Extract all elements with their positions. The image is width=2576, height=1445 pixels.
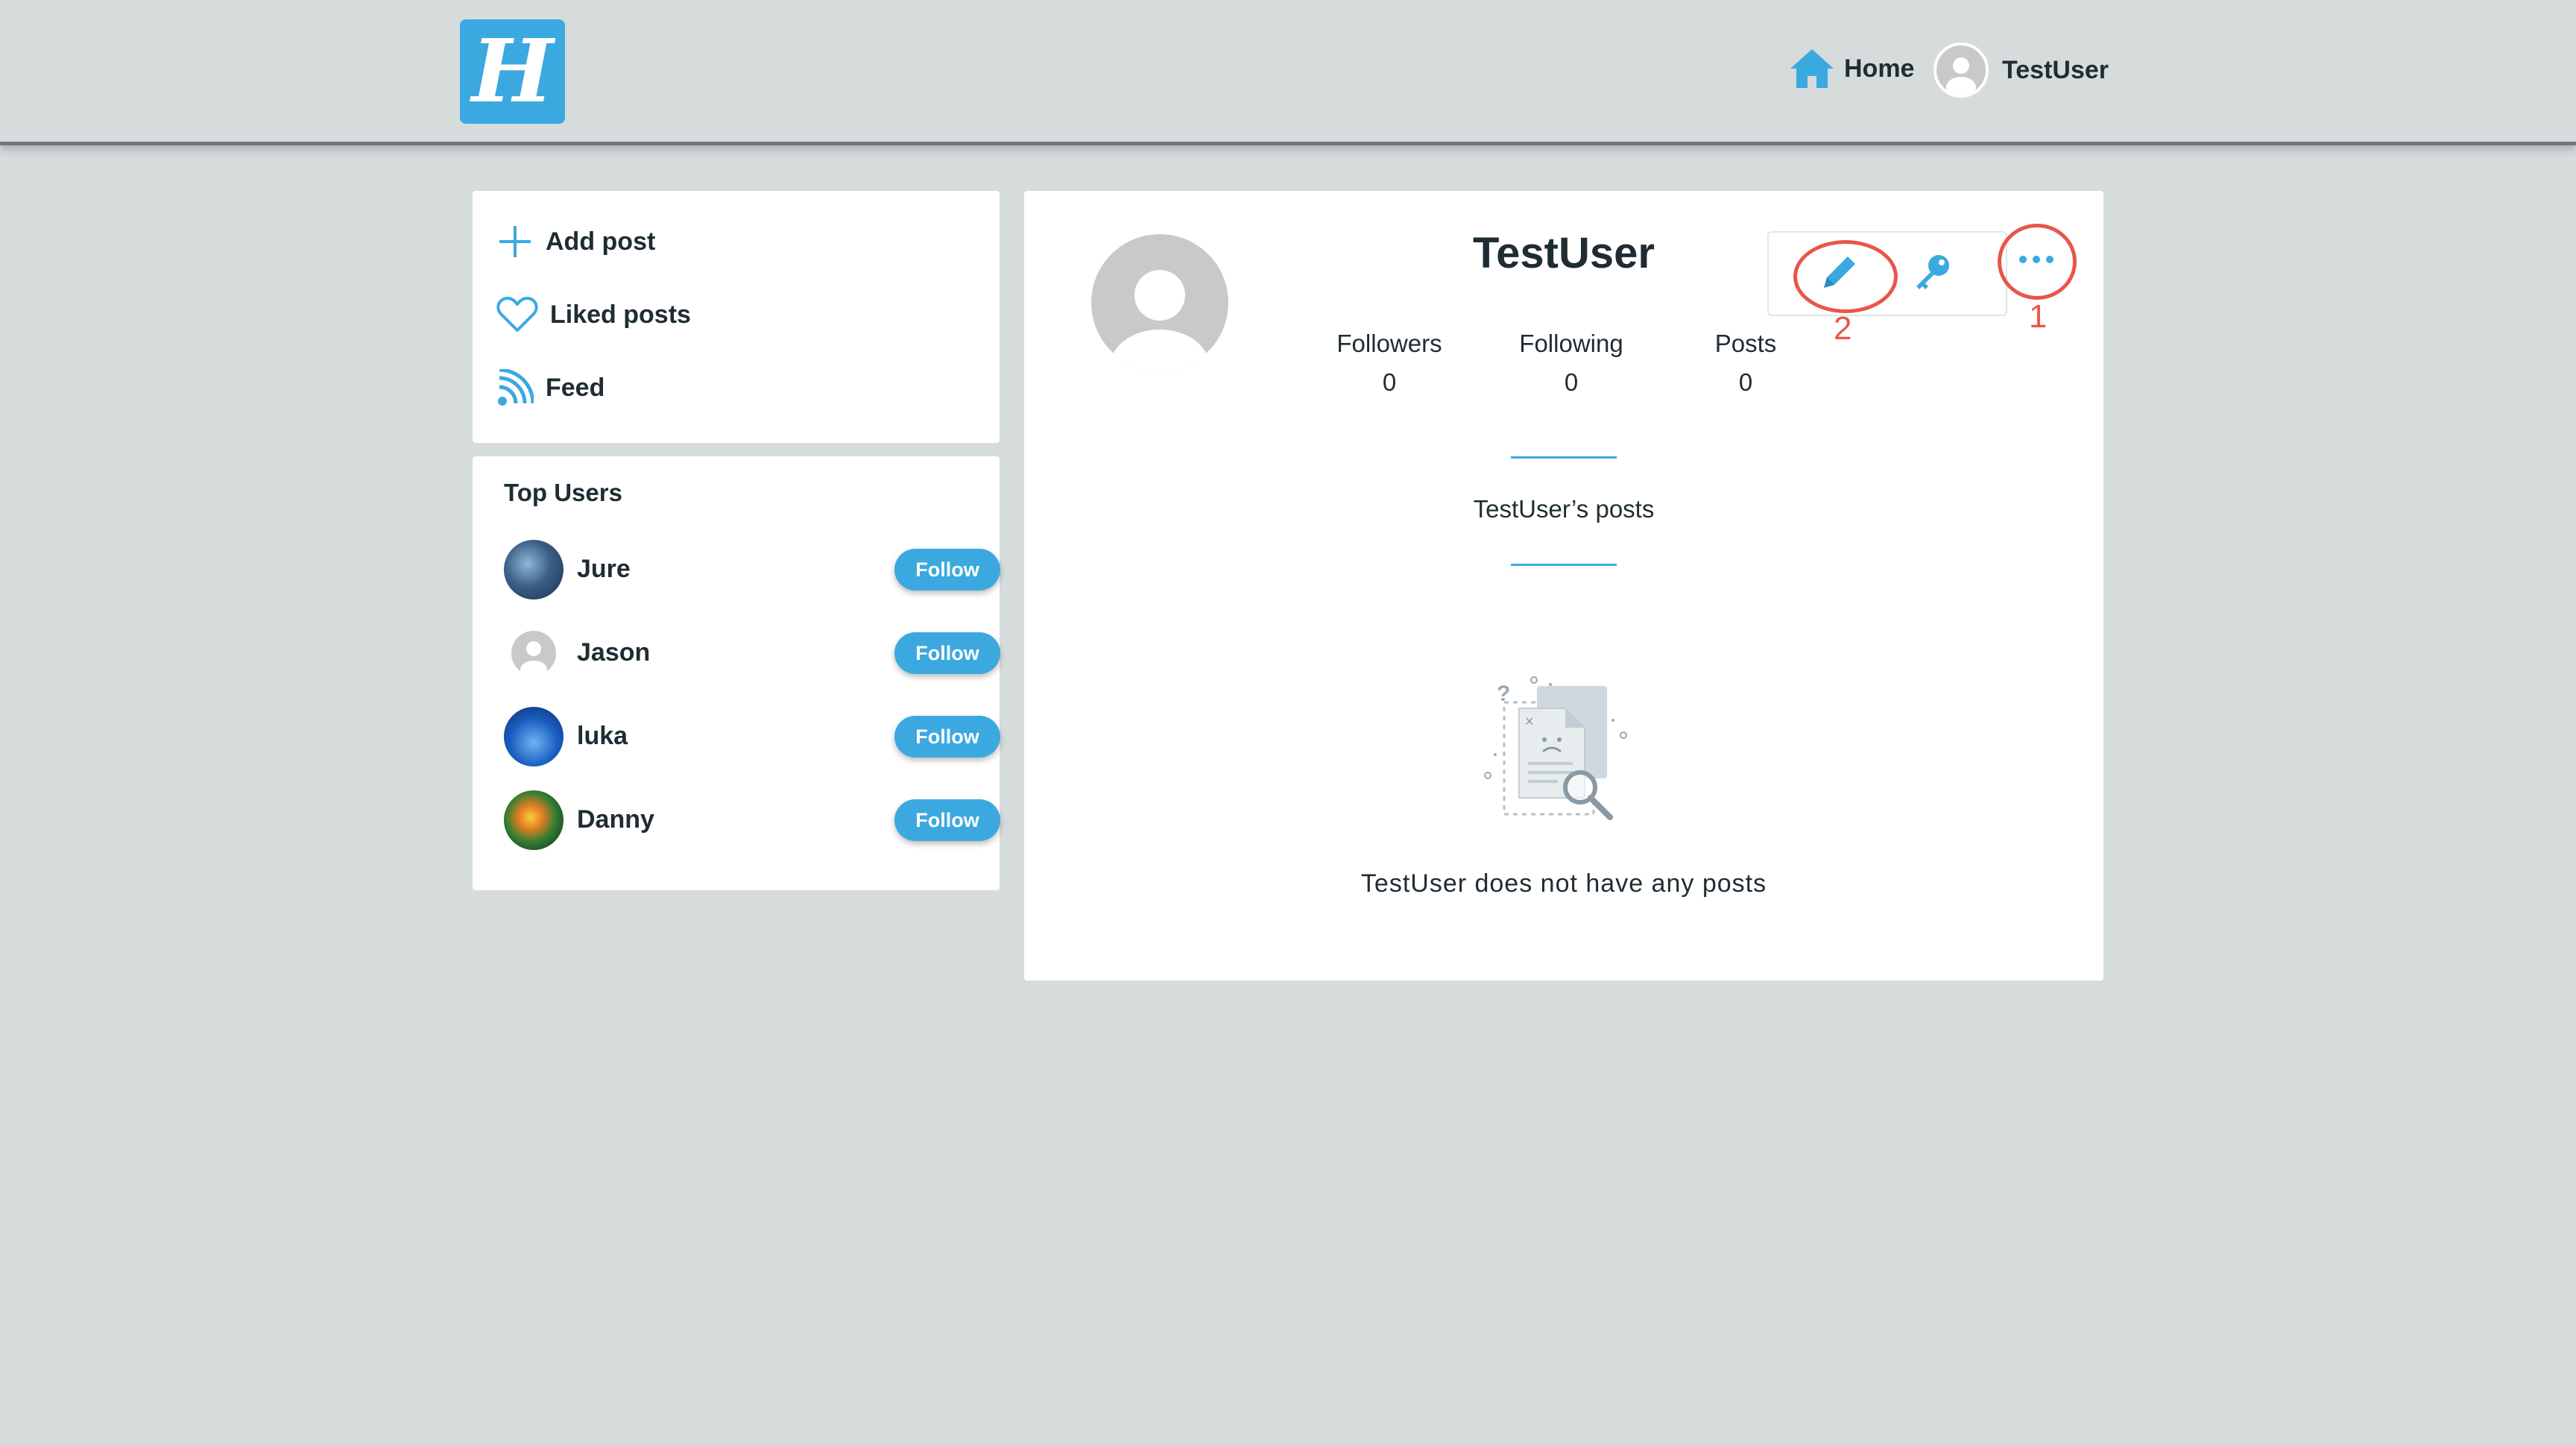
follow-button[interactable]: Follow	[894, 549, 1000, 591]
list-item: luka Follow	[504, 705, 1000, 768]
home-icon	[1790, 49, 1834, 88]
nav-user-label: TestUser	[2002, 55, 2109, 84]
sidebar-item-label: Feed	[546, 373, 605, 402]
plus-icon	[499, 226, 531, 257]
nav-home-link[interactable]: Home	[1787, 45, 1914, 92]
user-name[interactable]: Danny	[577, 805, 654, 834]
nav-user-menu[interactable]: TestUser	[1933, 40, 2109, 100]
avatar[interactable]	[504, 790, 564, 850]
empty-document-search-icon: ? ×	[1484, 676, 1627, 820]
annotation-number-more: 1	[2029, 298, 2048, 335]
profile-card: TestUser Followers 0 Following 0 Posts 0…	[1024, 191, 2103, 980]
sidebar-item-feed[interactable]: Feed	[496, 365, 604, 410]
top-users-title: Top Users	[504, 479, 622, 506]
annotation-number-edit: 2	[1834, 310, 1852, 347]
follow-button[interactable]: Follow	[894, 716, 1000, 758]
posts-heading: TestUser’s posts	[1473, 495, 1655, 523]
annotation-circle-more	[1998, 224, 2077, 300]
stat-value: 0	[1564, 368, 1579, 396]
list-item: Jason Follow	[504, 622, 1000, 684]
user-name[interactable]: Jure	[577, 555, 631, 584]
sidebar-item-liked-posts[interactable]: Liked posts	[496, 292, 691, 337]
nav-user-avatar	[1933, 42, 1989, 98]
empty-posts-message: TestUser does not have any posts	[1360, 869, 1767, 898]
list-item: Jure Follow	[504, 538, 1000, 601]
sidebar-menu: Add post Liked posts Feed	[473, 191, 1000, 443]
stat-label: Following	[1519, 330, 1623, 357]
avatar[interactable]	[504, 623, 564, 683]
svg-text:×: ×	[1525, 714, 1534, 730]
app-logo[interactable]: H	[460, 19, 565, 124]
nav-home-label: Home	[1844, 54, 1915, 83]
follow-button[interactable]: Follow	[894, 632, 1000, 674]
stat-value: 0	[1738, 368, 1753, 396]
heart-icon	[496, 297, 538, 332]
user-name[interactable]: luka	[577, 722, 628, 751]
divider	[1511, 456, 1617, 459]
top-navbar: H Home TestUser	[0, 0, 2576, 145]
stat-value: 0	[1382, 368, 1397, 396]
sidebar-item-label: Liked posts	[550, 300, 691, 329]
sidebar-item-label: Add post	[546, 227, 656, 256]
stat-posts[interactable]: Posts 0	[1671, 330, 1820, 397]
follow-button[interactable]: Follow	[894, 799, 1000, 841]
divider	[1511, 564, 1617, 566]
stat-followers[interactable]: Followers 0	[1315, 330, 1464, 397]
rss-icon	[498, 369, 534, 406]
top-users-card: Top Users Jure Follow Jason Follow luka …	[473, 456, 1000, 890]
user-name[interactable]: Jason	[577, 638, 650, 667]
list-item: Danny Follow	[504, 789, 1000, 851]
sidebar-item-add-post[interactable]: Add post	[496, 219, 655, 264]
avatar[interactable]	[504, 707, 564, 766]
stat-following[interactable]: Following 0	[1497, 330, 1646, 397]
key-icon[interactable]	[1909, 249, 1957, 297]
stat-label: Posts	[1714, 330, 1777, 357]
stat-label: Followers	[1336, 330, 1442, 357]
annotation-circle-edit	[1793, 240, 1898, 313]
avatar[interactable]	[504, 540, 564, 599]
